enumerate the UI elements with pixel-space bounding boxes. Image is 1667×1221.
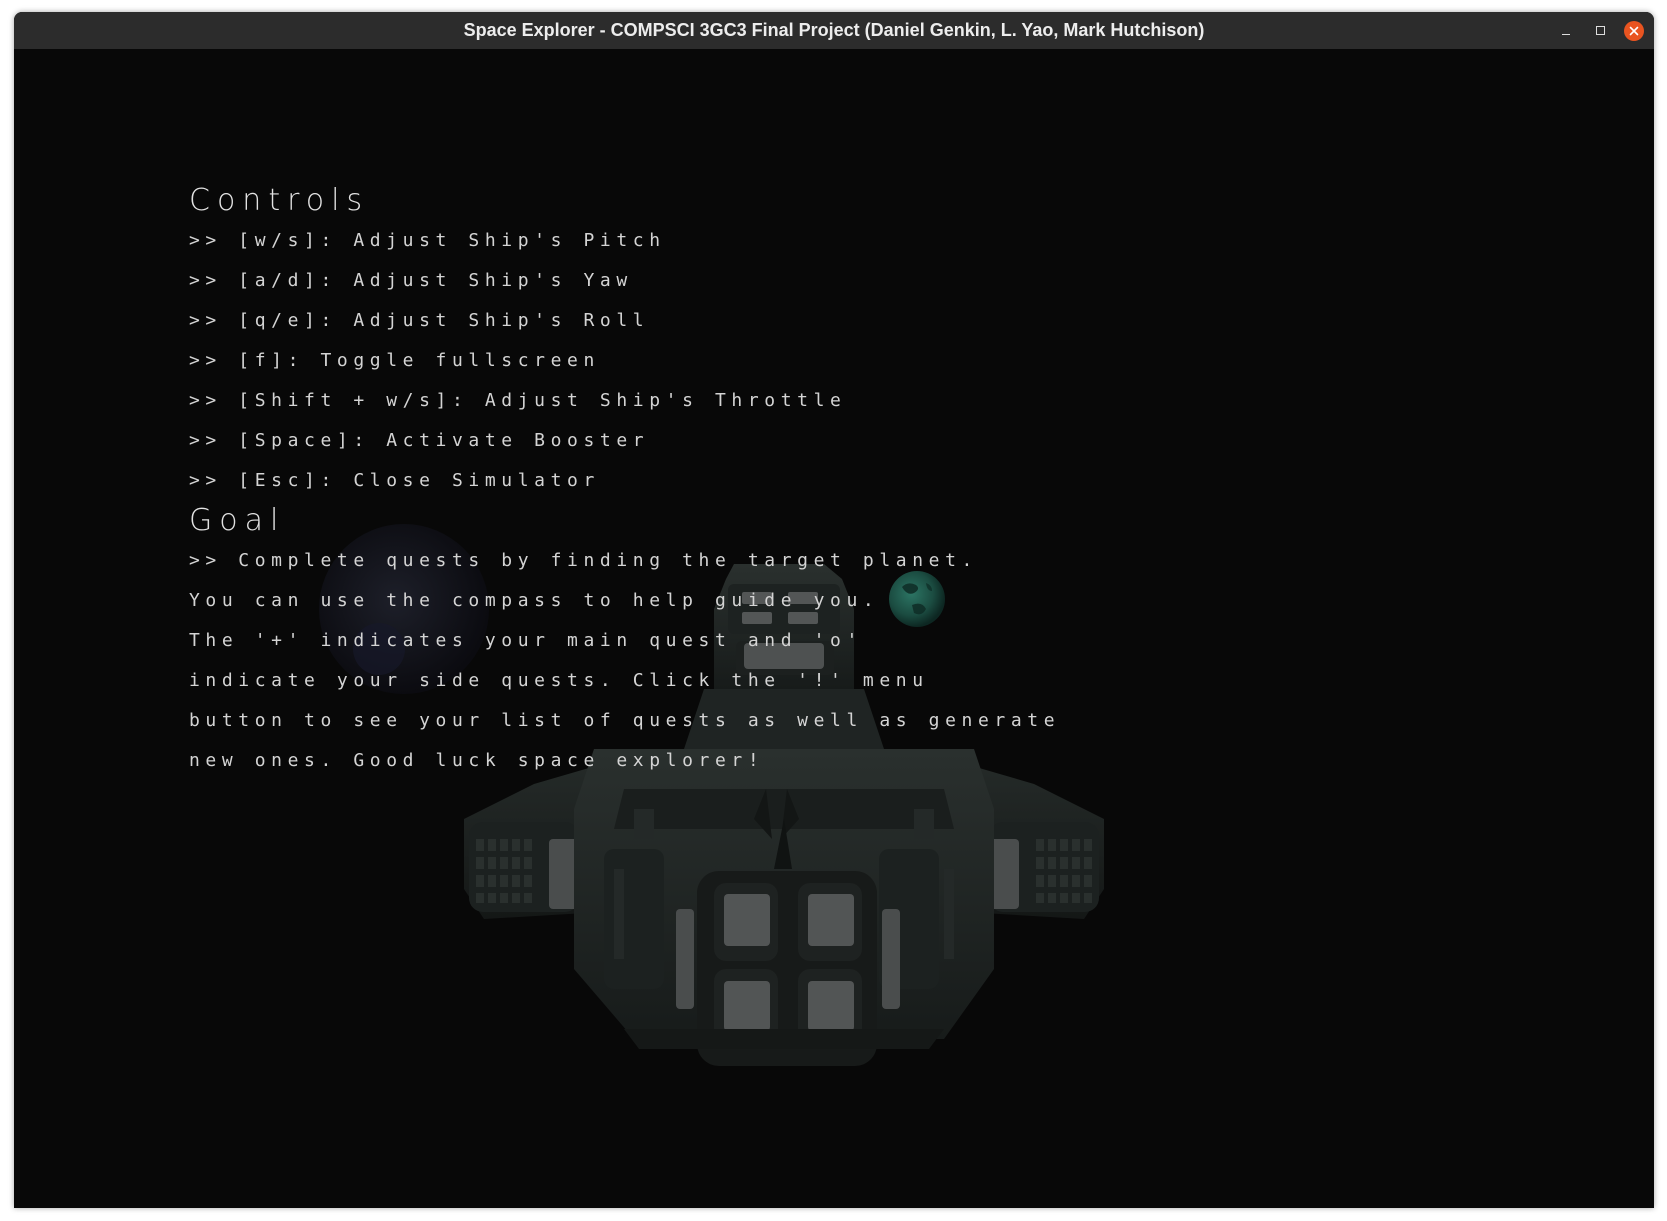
controls-heading: Controls [189,183,370,218]
window-title: Space Explorer - COMPSCI 3GC3 Final Proj… [463,20,1205,40]
goal-line: The '+' indicates your main quest and 'o… [189,630,863,651]
control-line-booster: >> [Space]: Activate Booster [189,430,650,451]
minimize-icon [1562,34,1570,35]
maximize-button[interactable] [1590,21,1610,41]
controls-overlay: Controls >> [w/s]: Adjust Ship's Pitch >… [189,181,1060,781]
minimize-button[interactable] [1556,21,1576,41]
control-line-close: >> [Esc]: Close Simulator [189,470,600,491]
title-bar[interactable]: Space Explorer - COMPSCI 3GC3 Final Proj… [14,12,1654,49]
goal-line: button to see your list of quests as wel… [189,710,1061,731]
app-window: Space Explorer - COMPSCI 3GC3 Final Proj… [14,12,1654,1208]
maximize-icon [1595,26,1605,35]
close-icon [1629,26,1639,35]
control-line-throttle: >> [Shift + w/s]: Adjust Ship's Throttle [189,390,847,411]
goal-line: You can use the compass to help guide yo… [189,590,880,611]
window-controls [1556,12,1644,49]
control-line-yaw: >> [a/d]: Adjust Ship's Yaw [189,270,633,291]
goal-line: >> Complete quests by finding the target… [189,550,978,571]
game-viewport[interactable]: Controls >> [w/s]: Adjust Ship's Pitch >… [14,49,1654,1208]
control-line-roll: >> [q/e]: Adjust Ship's Roll [189,310,650,331]
close-button[interactable] [1624,20,1644,41]
goal-line: new ones. Good luck space explorer! [189,750,765,771]
goal-heading: Goal [189,503,286,538]
goal-line: indicate your side quests. Click the '!'… [189,670,929,691]
control-line-fullscreen: >> [f]: Toggle fullscreen [189,350,600,371]
control-line-pitch: >> [w/s]: Adjust Ship's Pitch [189,230,666,251]
